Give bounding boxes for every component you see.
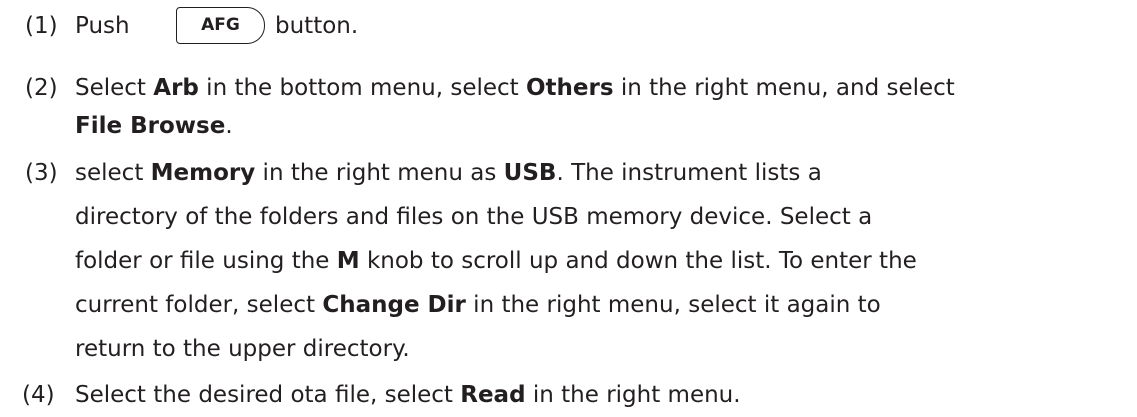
step-line: Select the desired ota file, select Read…	[75, 382, 741, 408]
text-run: folder or file using the	[75, 248, 337, 274]
text-run: in the right menu, select it again to	[465, 292, 881, 318]
step-line: Select Arb in the bottom menu, select Ot…	[75, 75, 955, 101]
text-run: Select the desired ota file, select	[75, 382, 461, 408]
step-line: current folder, select Change Dir in the…	[75, 292, 881, 318]
step-line: folder or file using the M knob to scrol…	[75, 248, 917, 274]
step-number: (2)	[25, 75, 58, 101]
text-run: . The instrument lists a	[556, 160, 822, 186]
knob-term: M	[336, 248, 360, 274]
text-run: Select	[75, 75, 154, 101]
text-run: in the right menu as	[255, 160, 504, 186]
menu-term: Arb	[153, 75, 199, 101]
step-number: (4)	[22, 382, 55, 408]
step-line: return to the upper directory.	[75, 336, 410, 362]
step-number: (3)	[25, 160, 58, 186]
menu-term: File Browse	[75, 113, 226, 139]
menu-term: Memory	[150, 160, 256, 186]
step-line: Push	[75, 13, 130, 39]
menu-term: Change Dir	[322, 292, 466, 318]
afg-button-icon: AFG	[176, 7, 265, 44]
step-line: button.	[275, 13, 359, 39]
menu-term: Read	[460, 382, 526, 408]
step-line: directory of the folders and files on th…	[75, 204, 873, 230]
text-run: select	[75, 160, 151, 186]
text-run: in the bottom menu, select	[198, 75, 526, 101]
step-number: (1)	[25, 13, 58, 39]
menu-term: USB	[503, 160, 557, 186]
step-line: File Browse.	[75, 113, 233, 139]
text-run: knob to scroll up and down the list. To …	[359, 248, 917, 274]
menu-term: Others	[526, 75, 614, 101]
text-run: in the right menu, and select	[613, 75, 955, 101]
text-run: in the right menu.	[525, 382, 741, 408]
text-run: .	[225, 113, 233, 139]
step-line: select Memory in the right menu as USB. …	[75, 160, 822, 186]
text-run: current folder, select	[75, 292, 323, 318]
